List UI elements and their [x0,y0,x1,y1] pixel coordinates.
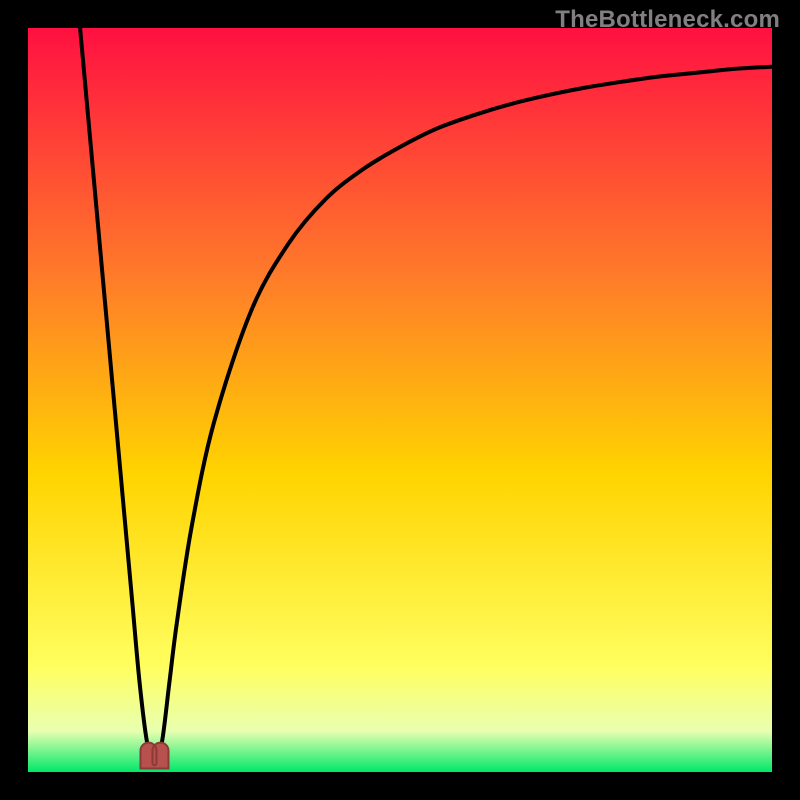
optimum-marker [140,743,168,769]
chart-frame: TheBottleneck.com [0,0,800,800]
bottleneck-plot [28,28,772,772]
gradient-background [28,28,772,772]
